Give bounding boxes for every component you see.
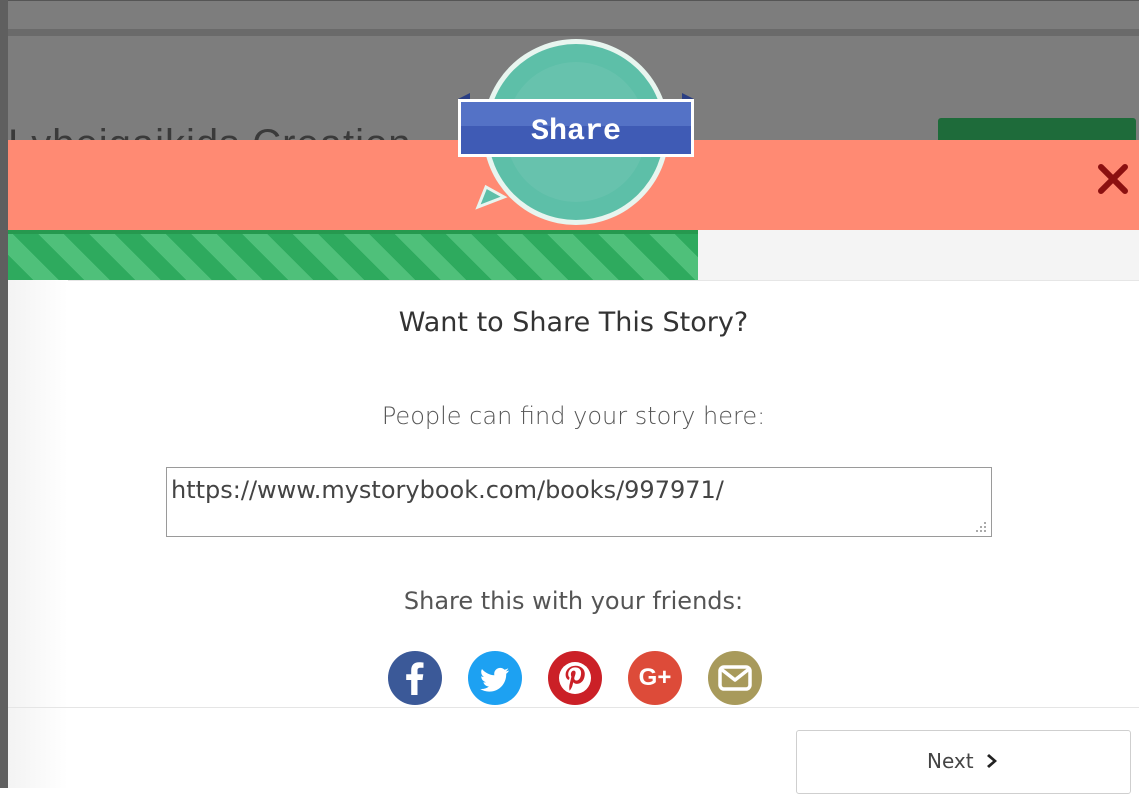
share-badge-logo: Share: [448, 37, 704, 227]
progress-bar: [8, 230, 1139, 281]
next-button[interactable]: Next: [796, 730, 1131, 794]
share-friends-label: Share this with your friends:: [403, 587, 744, 615]
next-button-label: Next: [927, 749, 974, 773]
share-modal: Want to Share This Story? People can fin…: [8, 140, 1139, 794]
email-icon[interactable]: [708, 651, 762, 705]
find-story-label: People can find your story here:: [381, 402, 766, 430]
progress-fill: [8, 230, 698, 280]
modal-left-shade: [8, 280, 68, 788]
modal-footer-divider: [8, 707, 1139, 708]
google-plus-glyph: G+: [638, 664, 672, 691]
badge-label: Share: [531, 115, 621, 149]
twitter-icon[interactable]: [468, 651, 522, 705]
story-url-field[interactable]: https://www.mystorybook.com/books/997971…: [166, 467, 992, 537]
modal-heading: Want to Share This Story?: [398, 307, 749, 338]
social-share-row: G+: [388, 651, 778, 711]
resize-grip-icon[interactable]: [976, 522, 986, 532]
google-plus-icon[interactable]: G+: [628, 651, 682, 705]
close-icon[interactable]: [1093, 158, 1133, 200]
background-navbar: [0, 29, 1139, 36]
chevron-right-icon: [986, 749, 1000, 773]
background-story-title: Lvbeigaikids Creation: [8, 113, 411, 143]
facebook-icon[interactable]: [388, 651, 442, 705]
window-left-edge: [0, 0, 8, 788]
close-x-shape: [1098, 164, 1128, 194]
pinterest-icon[interactable]: [548, 651, 602, 705]
